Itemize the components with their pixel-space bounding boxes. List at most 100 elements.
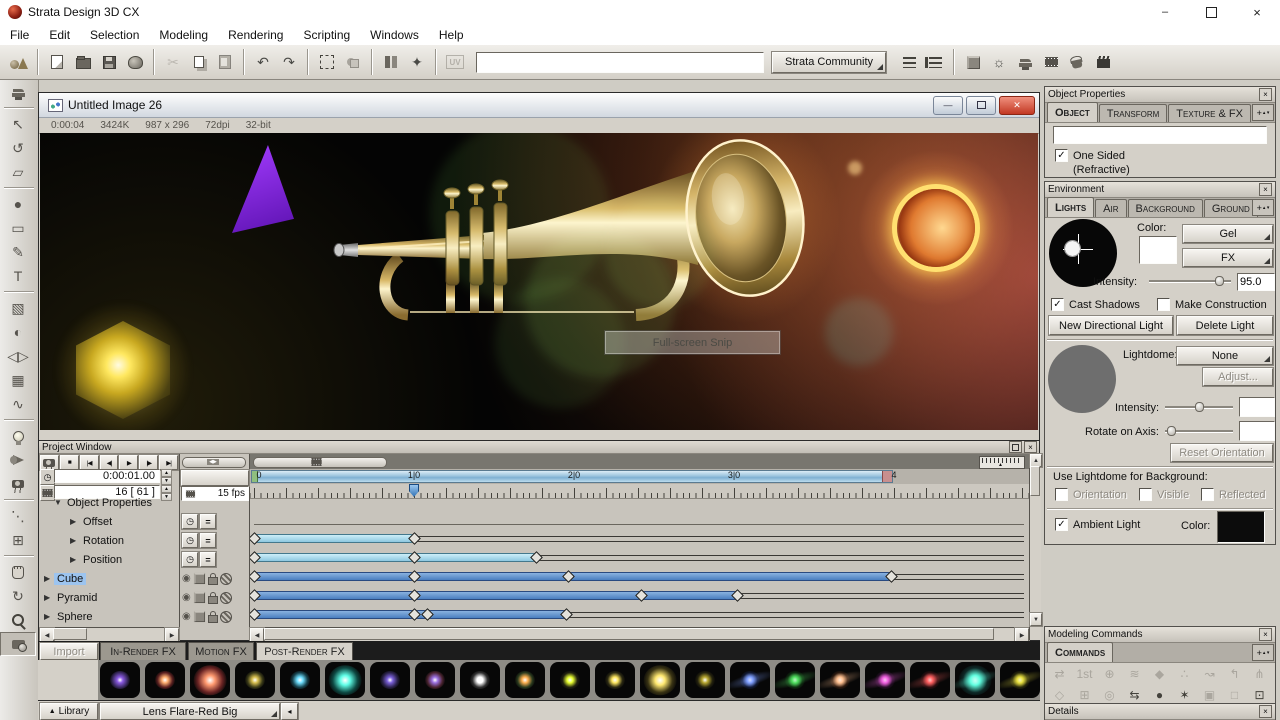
tree-arrow-icon[interactable]: ▶: [44, 593, 54, 602]
toolbar-text-field[interactable]: [476, 52, 764, 73]
fx-tab-motion-fx[interactable]: Motion FX: [188, 642, 254, 660]
zoom-slider-thumb[interactable]: ◀▶: [207, 459, 219, 465]
menu-rendering[interactable]: Rendering: [218, 24, 293, 45]
reset-orientation-button[interactable]: Reset Orientation: [1171, 444, 1273, 462]
object-select-icon[interactable]: [340, 50, 366, 74]
doc-close-button[interactable]: ✕: [999, 96, 1035, 115]
flare-red-orange[interactable]: [145, 662, 185, 698]
sheet-icon[interactable]: ◇: [1047, 684, 1072, 705]
tree-row[interactable]: ▶Offset: [40, 512, 179, 531]
zoom-tool[interactable]: [0, 608, 36, 632]
rotate-axis-slider[interactable]: [1165, 426, 1233, 436]
tree-row[interactable]: ▶Pyramid: [40, 588, 179, 607]
revert-shape-icon[interactable]: ↰: [1222, 663, 1247, 684]
flare-red-purple[interactable]: [415, 662, 455, 698]
undo-icon[interactable]: ↶: [250, 50, 276, 74]
render-icon[interactable]: [122, 50, 148, 74]
outline-detail-icon[interactable]: [922, 50, 948, 74]
tree-arrow-icon[interactable]: ▶: [70, 555, 80, 564]
scroll-left-icon[interactable]: ◀: [40, 628, 54, 642]
fx-tab-in-render-fx[interactable]: In-Render FX: [100, 642, 186, 660]
render-preview-tool[interactable]: [0, 632, 36, 656]
frame-spinner[interactable]: ▲▼: [161, 485, 172, 499]
flare-yellow-dot[interactable]: [550, 662, 590, 698]
lock-icon[interactable]: [208, 596, 218, 604]
hscroll-thumb[interactable]: [264, 628, 994, 640]
tree-arrow-icon[interactable]: ▶: [70, 536, 80, 545]
flip-normals-icon[interactable]: ⇆: [1122, 684, 1147, 705]
shaded-render-icon[interactable]: [194, 611, 205, 622]
time-field[interactable]: 0:00:01.00: [54, 469, 160, 483]
slider-thumb[interactable]: [1167, 426, 1176, 436]
close-button[interactable]: ×: [1234, 0, 1280, 24]
flare-purple-small[interactable]: [100, 662, 140, 698]
menu-scripting[interactable]: Scripting: [293, 24, 360, 45]
import-button[interactable]: Import: [40, 643, 98, 660]
curve-edit-icon[interactable]: ↝: [1197, 663, 1222, 684]
uv-editor-icon[interactable]: UV: [442, 50, 468, 74]
lock-icon[interactable]: [208, 615, 218, 623]
wave-surface-icon[interactable]: ≋: [1122, 663, 1147, 684]
timeline-vscrollbar[interactable]: ▲▼: [1029, 454, 1041, 640]
tab-texture-fx[interactable]: Texture & FX: [1168, 104, 1251, 122]
clapperboard-icon[interactable]: [1090, 50, 1116, 74]
zoom-slider-film-thumb[interactable]: [311, 458, 321, 466]
timeline-hscrollbar[interactable]: ◀▶: [250, 627, 1029, 641]
document-titlebar[interactable]: Untitled Image 26 — ✕: [39, 93, 1039, 118]
shaded-render-icon[interactable]: [194, 573, 205, 584]
redo-icon[interactable]: ↷: [276, 50, 302, 74]
shaded-cube-icon[interactable]: [960, 50, 986, 74]
spray-icon[interactable]: ✶: [1172, 684, 1197, 705]
step-back-button[interactable]: ◀|: [100, 455, 119, 470]
timeline-zoom-slider[interactable]: [253, 457, 387, 468]
shaded-render-icon[interactable]: [194, 592, 205, 603]
reflected-checkbox[interactable]: [1201, 488, 1214, 501]
round-cube-icon[interactable]: ◎: [1097, 684, 1122, 705]
flare-yellow[interactable]: [595, 662, 635, 698]
rotate-axis-field[interactable]: [1239, 421, 1275, 441]
playhead[interactable]: [409, 484, 419, 497]
object-name-field[interactable]: [1053, 126, 1267, 144]
dust-yellow[interactable]: [1000, 662, 1040, 698]
one-sided-checkbox[interactable]: ✓: [1055, 149, 1068, 162]
tree-row[interactable]: ▶Rotation: [40, 531, 179, 550]
outline-list-icon[interactable]: [896, 50, 922, 74]
flare-violet[interactable]: [370, 662, 410, 698]
tree-row[interactable]: ▶Sphere: [40, 607, 179, 626]
rotate-view-tool[interactable]: ↻: [0, 584, 36, 608]
object-properties-titlebar[interactable]: Object Properties ×: [1045, 87, 1275, 103]
menu-selection[interactable]: Selection: [80, 24, 149, 45]
vscroll-thumb[interactable]: [1030, 466, 1040, 496]
doc-minimize-button[interactable]: —: [933, 96, 963, 115]
panel-add-tab-button[interactable]: +▴ ▾: [1252, 104, 1274, 121]
orientation-checkbox[interactable]: [1055, 488, 1068, 501]
cast-shadows-checkbox[interactable]: ✓: [1051, 298, 1064, 311]
scroll-left-button[interactable]: ◂: [281, 703, 298, 720]
spotlight-tool[interactable]: [0, 448, 36, 472]
paste-icon[interactable]: [212, 50, 238, 74]
pen-tool[interactable]: ✎: [0, 240, 36, 264]
tree-row[interactable]: ▶Position: [40, 550, 179, 569]
flare-olive[interactable]: [235, 662, 275, 698]
tree-label-pyramid[interactable]: Pyramid: [54, 592, 100, 604]
rotate-tool[interactable]: ↺: [0, 136, 36, 160]
project-window-titlebar[interactable]: Project Window ×: [39, 441, 1039, 454]
filmstrip-icon[interactable]: [1038, 50, 1064, 74]
open-file-icon[interactable]: [70, 50, 96, 74]
ruler-scale-widget[interactable]: ▲: [979, 456, 1025, 469]
lightdome-ball[interactable]: [1048, 345, 1116, 413]
ambient-light-checkbox[interactable]: ✓: [1055, 518, 1068, 531]
lock-icon[interactable]: [208, 577, 218, 585]
keyframe-equals-icon[interactable]: =: [200, 514, 216, 529]
dome-intensity-field[interactable]: [1239, 397, 1275, 417]
panel-close-button[interactable]: ×: [1259, 628, 1272, 641]
record-button[interactable]: [40, 455, 59, 470]
tab-ground[interactable]: Ground: [1204, 199, 1258, 217]
texture-icon[interactable]: [220, 573, 232, 585]
tab-air[interactable]: Air: [1095, 199, 1126, 217]
stopwatch-icon[interactable]: ◷: [182, 552, 198, 567]
project-close-button[interactable]: ×: [1024, 441, 1037, 453]
texture-icon[interactable]: [220, 611, 232, 623]
menu-help[interactable]: Help: [429, 24, 474, 45]
scroll-right-icon[interactable]: ▶: [1015, 628, 1029, 642]
